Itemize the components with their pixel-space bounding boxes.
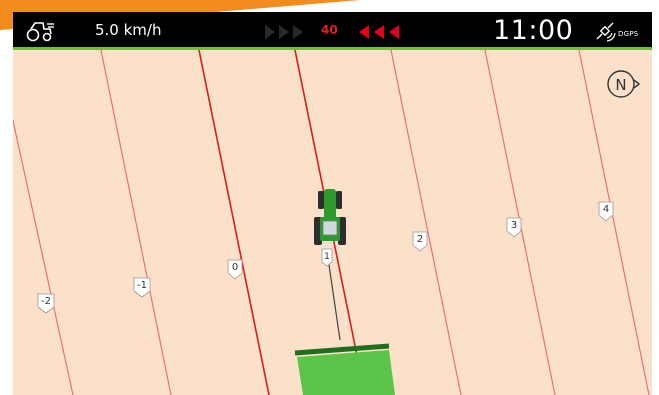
track-line-active xyxy=(198,50,270,395)
status-bar: 5.0 km/h 40 11:00 DGPS xyxy=(13,12,652,50)
lane-marker-label: 4 xyxy=(603,204,609,215)
satellite-icon[interactable] xyxy=(593,19,617,43)
lane-marker: 0 xyxy=(227,259,243,280)
lane-marker-label: 3 xyxy=(511,220,517,231)
triple-chevron-left-icon xyxy=(359,25,399,39)
terminal-screen: 5.0 km/h 40 11:00 DGPS -2 -1 0 1 2 3 4 N xyxy=(13,12,652,395)
lane-marker-label: 0 xyxy=(232,262,238,273)
worked-area xyxy=(297,350,395,395)
lane-marker-label: -2 xyxy=(41,296,51,307)
lane-marker-label: 1 xyxy=(324,252,330,262)
compass-icon[interactable]: N xyxy=(607,70,641,98)
lane-marker: 2 xyxy=(412,231,428,252)
tractor-icon[interactable] xyxy=(25,20,55,42)
gps-mode-label: DGPS xyxy=(618,30,639,38)
lane-marker-label: 2 xyxy=(417,234,423,245)
compass-label: N xyxy=(615,76,626,94)
lane-marker: 3 xyxy=(506,217,522,238)
track-line xyxy=(578,50,650,395)
steering-offset: 40 xyxy=(321,23,338,37)
guidance-map[interactable]: -2 -1 0 1 2 3 4 N xyxy=(13,50,652,395)
track-line xyxy=(13,117,74,395)
lane-marker: -1 xyxy=(133,277,151,298)
lane-marker-label: -1 xyxy=(137,280,147,291)
hitch-line xyxy=(327,257,341,341)
lane-marker: 4 xyxy=(598,201,614,222)
track-line xyxy=(100,50,172,395)
clock: 11:00 xyxy=(493,15,574,46)
triple-chevron-right-icon xyxy=(265,25,303,39)
tractor-topview-icon xyxy=(314,189,346,245)
speed-readout: 5.0 km/h xyxy=(95,21,162,39)
lane-marker: 1 xyxy=(321,248,333,267)
lane-marker: -2 xyxy=(37,293,55,314)
track-line xyxy=(390,50,462,395)
